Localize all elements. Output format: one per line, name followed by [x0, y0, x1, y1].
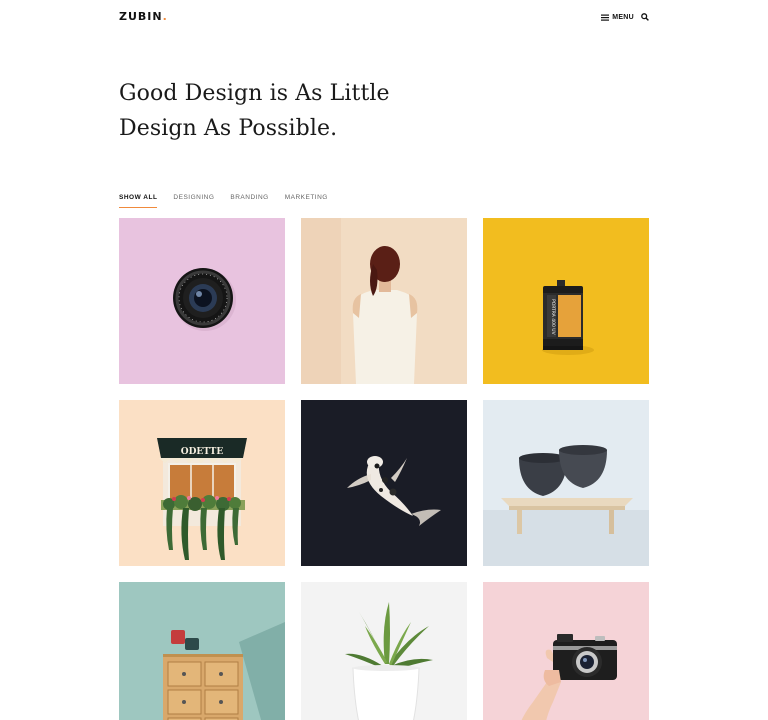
film-label: PORTRA 400 UV — [550, 299, 556, 336]
film-image: PORTRA 400 UV — [483, 218, 649, 384]
filter-show-all[interactable]: SHOW ALL — [119, 194, 158, 208]
portfolio-item-window[interactable]: ODETTE — [119, 400, 285, 566]
bowls-image — [483, 400, 649, 566]
cabinet-image — [119, 582, 285, 720]
portfolio-item-plant[interactable] — [301, 582, 467, 720]
portfolio-item-koi[interactable] — [301, 400, 467, 566]
hamburger-icon — [601, 14, 610, 21]
lens-image — [119, 218, 285, 384]
hero-line-1: Good Design is As Little — [119, 81, 390, 106]
portfolio-item-camera[interactable] — [483, 582, 649, 720]
portfolio-item-film[interactable]: PORTRA 400 UV — [483, 218, 649, 384]
search-icon — [641, 13, 649, 21]
menu-label: MENU — [612, 13, 634, 21]
filter-designing[interactable]: DESIGNING — [173, 194, 214, 206]
portfolio-item-bowls[interactable] — [483, 400, 649, 566]
portfolio-item-cabinet[interactable] — [119, 582, 285, 720]
header-nav: MENU — [601, 10, 649, 24]
plant-image — [301, 582, 467, 720]
koi-image — [301, 400, 467, 566]
menu-button[interactable]: MENU — [601, 14, 634, 21]
search-button[interactable] — [641, 13, 649, 21]
window-image: ODETTE — [119, 400, 285, 566]
portfolio-filters: SHOW ALL DESIGNING BRANDING MARKETING — [119, 194, 328, 208]
filter-branding[interactable]: BRANDING — [230, 194, 268, 206]
hero-line-2: Design As Possible. — [119, 116, 338, 141]
filter-marketing[interactable]: MARKETING — [285, 194, 328, 206]
awning-text: ODETTE — [181, 447, 224, 457]
woman-image — [301, 218, 467, 384]
hero-heading: Good Design is As Little Design As Possi… — [119, 76, 390, 146]
portfolio-grid: PORTRA 400 UV ODETTE — [119, 218, 649, 720]
portfolio-item-woman[interactable] — [301, 218, 467, 384]
camera-image — [483, 582, 649, 720]
site-logo[interactable]: ZUBIN. — [119, 10, 168, 24]
portfolio-item-lens[interactable] — [119, 218, 285, 384]
site-header: ZUBIN. MENU — [119, 10, 649, 24]
